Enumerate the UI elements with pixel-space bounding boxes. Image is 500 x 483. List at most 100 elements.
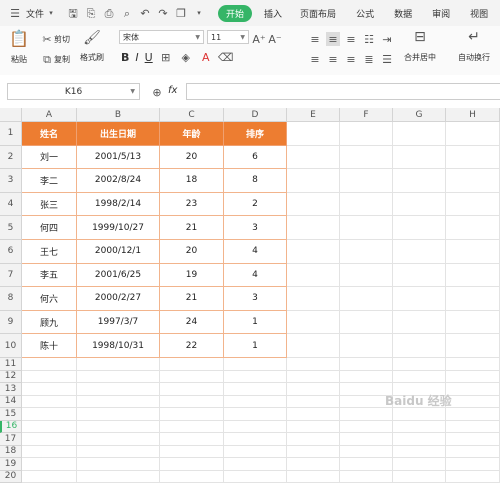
grid-cell[interactable] bbox=[340, 122, 393, 146]
grid-cell[interactable] bbox=[287, 240, 340, 264]
align-left-icon[interactable]: ≡ bbox=[308, 52, 322, 66]
table-cell[interactable]: 4 bbox=[224, 264, 287, 288]
grid-cell[interactable] bbox=[160, 471, 224, 483]
grid-cell[interactable] bbox=[287, 371, 340, 384]
column-header-d[interactable]: D bbox=[224, 108, 287, 122]
row-header[interactable]: 15 bbox=[0, 408, 22, 421]
table-cell[interactable]: 3 bbox=[224, 216, 287, 240]
grid-cell[interactable] bbox=[287, 287, 340, 311]
grid-cell[interactable] bbox=[287, 458, 340, 471]
table-cell[interactable]: 21 bbox=[160, 216, 224, 240]
grid-cell[interactable] bbox=[393, 446, 446, 459]
grid-cell[interactable] bbox=[287, 193, 340, 217]
font-name-select[interactable]: 宋体 ▼ bbox=[119, 30, 204, 44]
grid-cell[interactable] bbox=[22, 408, 77, 421]
table-cell[interactable]: 2002/8/24 bbox=[77, 169, 160, 193]
grid-cell[interactable] bbox=[393, 122, 446, 146]
grid-cell[interactable] bbox=[160, 396, 224, 409]
print-preview-icon[interactable]: ⌕ bbox=[120, 6, 134, 20]
zoom-icon[interactable]: ⊕ bbox=[150, 85, 164, 99]
export-icon[interactable]: ⎘ bbox=[84, 6, 98, 20]
grid-cell[interactable] bbox=[160, 358, 224, 371]
grid-cell[interactable] bbox=[77, 396, 160, 409]
row-header[interactable]: 5 bbox=[0, 216, 22, 240]
select-all-corner[interactable] bbox=[0, 108, 22, 122]
grid-cell[interactable] bbox=[340, 408, 393, 421]
row-header[interactable]: 3 bbox=[0, 169, 22, 193]
bold-button[interactable]: B bbox=[121, 51, 129, 64]
table-cell[interactable]: 何六 bbox=[22, 287, 77, 311]
grid-cell[interactable] bbox=[393, 334, 446, 358]
grid-cell[interactable] bbox=[446, 458, 500, 471]
function-icon[interactable]: fx bbox=[168, 85, 177, 96]
grid-cell[interactable] bbox=[393, 421, 446, 434]
tab-page-layout[interactable]: 页面布局 bbox=[290, 7, 346, 20]
grid-cell[interactable] bbox=[340, 193, 393, 217]
grid-cell[interactable] bbox=[446, 408, 500, 421]
tab-formulas[interactable]: 公式 bbox=[346, 7, 384, 20]
grid-cell[interactable] bbox=[287, 421, 340, 434]
grid-cell[interactable] bbox=[224, 471, 287, 483]
table-header-cell[interactable]: 排序 bbox=[224, 122, 287, 146]
grid-cell[interactable] bbox=[340, 433, 393, 446]
grid-cell[interactable] bbox=[287, 216, 340, 240]
grid-cell[interactable] bbox=[160, 421, 224, 434]
grid-cell[interactable] bbox=[77, 408, 160, 421]
grid-cell[interactable] bbox=[446, 264, 500, 288]
grid-cell[interactable] bbox=[393, 358, 446, 371]
grid-cell[interactable] bbox=[22, 383, 77, 396]
grid-cell[interactable] bbox=[393, 471, 446, 483]
grid-cell[interactable] bbox=[446, 446, 500, 459]
grid-cell[interactable] bbox=[22, 421, 77, 434]
grid-cell[interactable] bbox=[22, 433, 77, 446]
grid-cell[interactable] bbox=[446, 358, 500, 371]
grid-cell[interactable] bbox=[22, 396, 77, 409]
undo-icon[interactable]: ↶ bbox=[138, 6, 152, 20]
grid-cell[interactable] bbox=[446, 169, 500, 193]
table-cell[interactable]: 18 bbox=[160, 169, 224, 193]
grid-cell[interactable] bbox=[224, 371, 287, 384]
row-header[interactable]: 9 bbox=[0, 311, 22, 335]
table-cell[interactable]: 1999/10/27 bbox=[77, 216, 160, 240]
grid-cell[interactable] bbox=[446, 146, 500, 170]
grid-cell[interactable] bbox=[22, 371, 77, 384]
grid-cell[interactable] bbox=[340, 146, 393, 170]
column-header-a[interactable]: A bbox=[22, 108, 77, 122]
grid-cell[interactable] bbox=[224, 433, 287, 446]
grid-cell[interactable] bbox=[393, 216, 446, 240]
grid-cell[interactable] bbox=[287, 169, 340, 193]
table-cell[interactable]: 1 bbox=[224, 311, 287, 335]
wrap-lines-icon[interactable]: ☷ bbox=[362, 32, 376, 46]
grid-cell[interactable] bbox=[77, 358, 160, 371]
wrap-text-button[interactable]: ↵ 自动换行 bbox=[458, 30, 490, 63]
table-cell[interactable]: 6 bbox=[224, 146, 287, 170]
grid-cell[interactable] bbox=[446, 433, 500, 446]
grid-cell[interactable] bbox=[446, 216, 500, 240]
grid-cell[interactable] bbox=[77, 446, 160, 459]
row-header[interactable]: 11 bbox=[0, 358, 22, 371]
table-cell[interactable]: 陈十 bbox=[22, 334, 77, 358]
paste-button[interactable]: 📋 粘贴 bbox=[8, 30, 30, 65]
grid-cell[interactable] bbox=[287, 396, 340, 409]
grid-cell[interactable] bbox=[393, 433, 446, 446]
row-header[interactable]: 12 bbox=[0, 371, 22, 384]
row-header[interactable]: 7 bbox=[0, 264, 22, 288]
grid-cell[interactable] bbox=[340, 264, 393, 288]
table-cell[interactable]: 2001/5/13 bbox=[77, 146, 160, 170]
column-header-e[interactable]: E bbox=[287, 108, 340, 122]
table-header-cell[interactable]: 姓名 bbox=[22, 122, 77, 146]
grid-cell[interactable] bbox=[446, 421, 500, 434]
grid-cell[interactable] bbox=[446, 334, 500, 358]
row-header[interactable]: 8 bbox=[0, 287, 22, 311]
grid-cell[interactable] bbox=[340, 287, 393, 311]
table-cell[interactable]: 2 bbox=[224, 193, 287, 217]
table-cell[interactable]: 21 bbox=[160, 287, 224, 311]
grid-cell[interactable] bbox=[340, 216, 393, 240]
tab-insert[interactable]: 插入 bbox=[256, 7, 290, 20]
grid-cell[interactable] bbox=[287, 146, 340, 170]
grid-cell[interactable] bbox=[224, 421, 287, 434]
grid-cell[interactable] bbox=[224, 408, 287, 421]
table-cell[interactable]: 1997/3/7 bbox=[77, 311, 160, 335]
tab-data[interactable]: 数据 bbox=[384, 7, 422, 20]
table-cell[interactable]: 王七 bbox=[22, 240, 77, 264]
